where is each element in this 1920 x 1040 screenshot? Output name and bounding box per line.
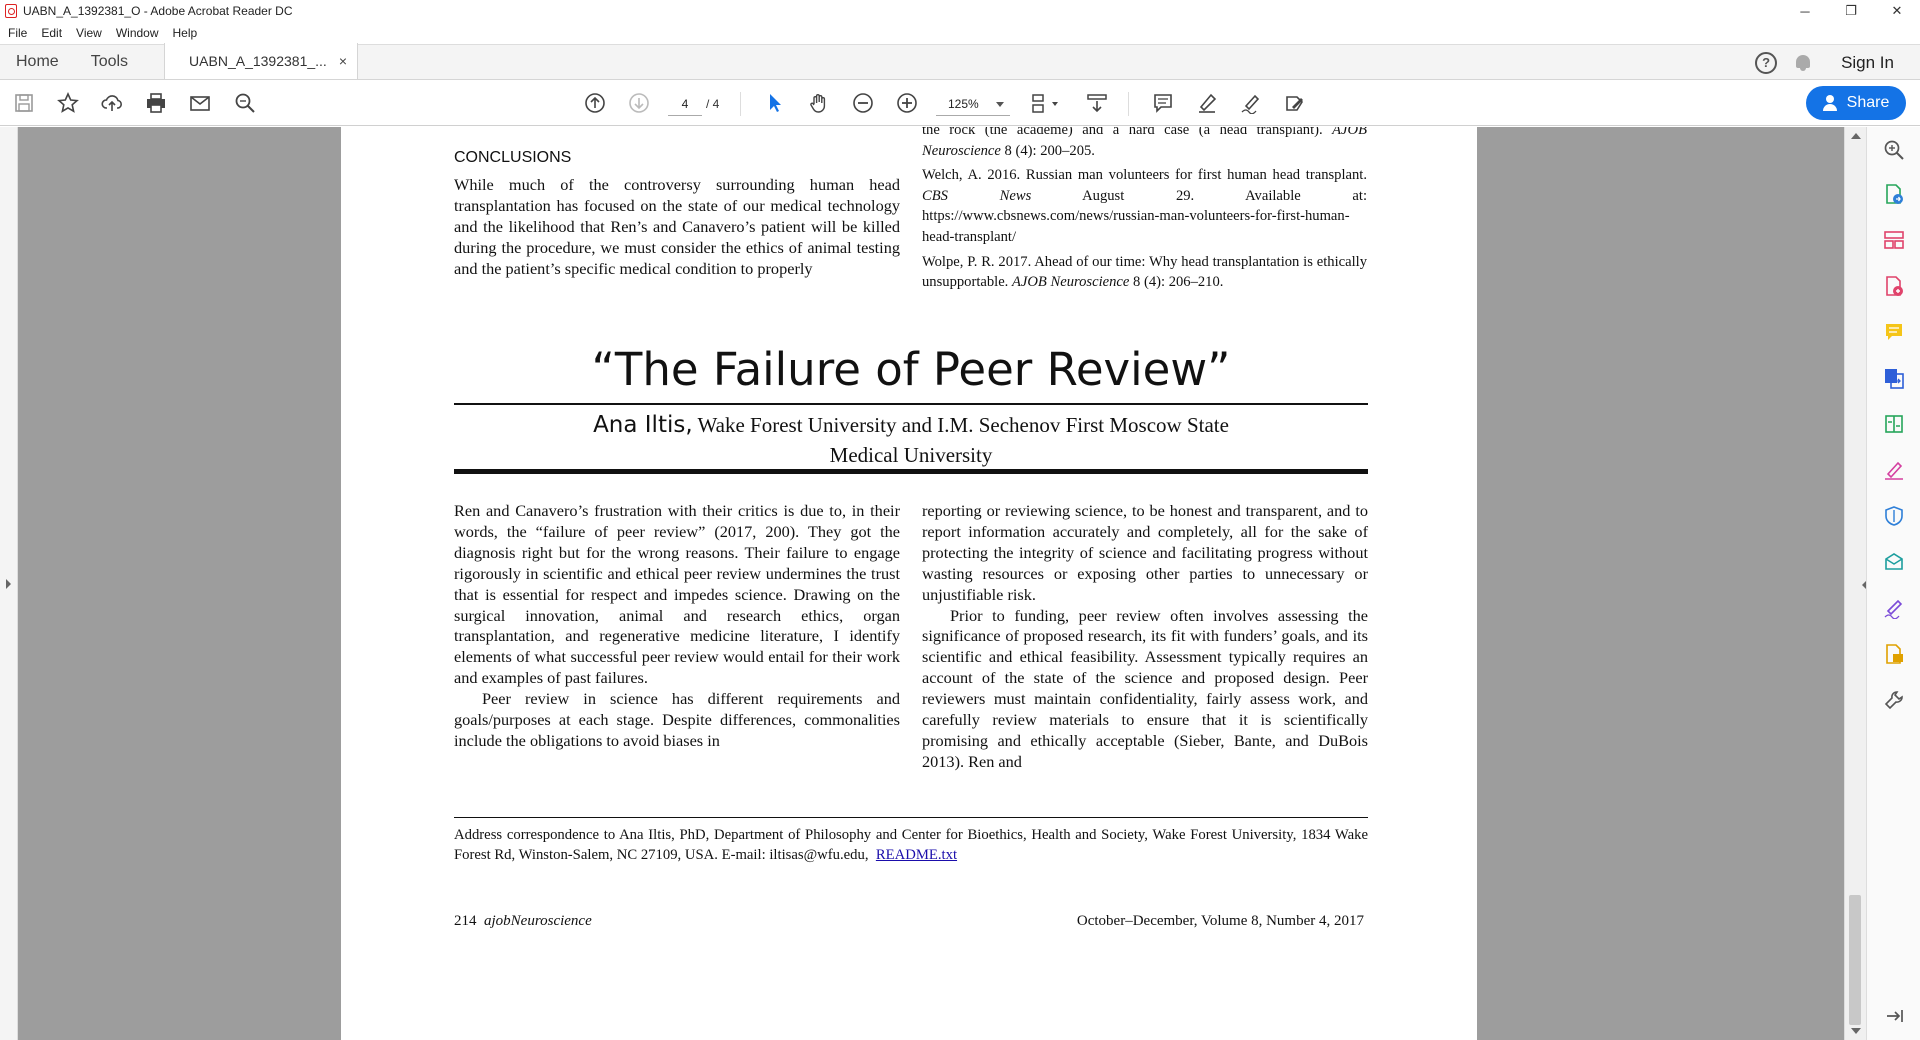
print-icon[interactable]: [145, 92, 167, 114]
title-bar: UABN_A_1392381_O - Adobe Acrobat Reader …: [0, 0, 1920, 22]
zoom-level-select[interactable]: 125%: [936, 92, 1010, 116]
protect-shield-icon[interactable]: [1883, 505, 1905, 527]
tab-document[interactable]: UABN_A_1392381_... ×: [164, 43, 358, 79]
menu-edit[interactable]: Edit: [41, 26, 62, 40]
share-person-icon: [1822, 95, 1839, 111]
document-tab-label: UABN_A_1392381_...: [189, 53, 327, 69]
export-pdf-icon[interactable]: [1883, 183, 1905, 205]
sign-in-link[interactable]: Sign In: [1841, 53, 1894, 73]
page-number-input[interactable]: 4: [668, 92, 702, 116]
collapse-tools-pane-icon[interactable]: [1883, 1005, 1905, 1027]
conclusions-text: While much of the controversy surroundin…: [454, 175, 900, 280]
help-icon[interactable]: ?: [1755, 51, 1778, 74]
bookmark-star-icon[interactable]: [57, 92, 79, 114]
references-list: the rock (the academe) and a hard case (…: [922, 127, 1367, 297]
close-window-button[interactable]: ✕: [1874, 0, 1920, 22]
reference-item: Welch, A. 2016. Russian man volunteers f…: [922, 167, 1367, 245]
hand-tool-icon[interactable]: [808, 92, 830, 114]
tab-tools[interactable]: Tools: [75, 44, 144, 79]
page-fit-icon[interactable]: [1030, 92, 1060, 114]
save-icon[interactable]: [13, 92, 35, 114]
tab-home[interactable]: Home: [0, 44, 75, 79]
acrobat-app-icon: [5, 4, 17, 18]
zoom-in-icon[interactable]: [896, 92, 918, 114]
footer-page-number: 214: [454, 913, 477, 929]
window-title: UABN_A_1392381_O - Adobe Acrobat Reader …: [23, 4, 293, 18]
menu-file[interactable]: File: [8, 26, 27, 40]
body-paragraph: Peer review in science has different req…: [454, 689, 900, 750]
close-tab-button[interactable]: ×: [339, 53, 347, 69]
right-tools-panel: [1866, 127, 1920, 1040]
create-pdf-icon[interactable]: [1883, 275, 1905, 297]
page-total: / 4: [706, 97, 720, 111]
body-left-column: Ren and Canavero’s frustration with thei…: [454, 501, 900, 752]
send-for-signature-icon[interactable]: [1883, 597, 1905, 620]
notification-bell-icon[interactable]: [1795, 54, 1811, 72]
window-controls: ─ ❐ ✕: [1782, 0, 1920, 22]
toolbar-divider: [1128, 92, 1129, 116]
article-title: “The Failure of Peer Review”: [591, 343, 1231, 396]
share-button[interactable]: Share: [1806, 86, 1906, 120]
previous-page-icon[interactable]: [584, 92, 606, 114]
email-icon[interactable]: [189, 92, 211, 114]
footer-journal-prefix: ajob: [484, 913, 511, 929]
maximize-button[interactable]: ❐: [1828, 0, 1874, 22]
footer-journal-name: Neuroscience: [510, 913, 592, 929]
conclusions-paragraph: While much of the controversy surroundin…: [454, 175, 900, 278]
prepare-form-icon[interactable]: [1883, 643, 1905, 665]
menu-help[interactable]: Help: [173, 26, 198, 40]
menu-view[interactable]: View: [76, 26, 102, 40]
more-tools-wrench-icon[interactable]: [1883, 689, 1905, 711]
tab-bar: Home Tools UABN_A_1392381_... × ? Sign I…: [0, 43, 1920, 80]
title-rule: [454, 403, 1368, 405]
correspondence-footnote: Address correspondence to Ana Iltis, PhD…: [454, 825, 1368, 865]
body-paragraph: reporting or reviewing science, to be ho…: [922, 501, 1368, 604]
next-page-icon[interactable]: [628, 92, 650, 114]
compare-files-icon[interactable]: [1883, 413, 1905, 435]
body-paragraph: Ren and Canavero’s frustration with thei…: [454, 501, 900, 688]
menu-window[interactable]: Window: [116, 26, 159, 40]
combine-files-icon[interactable]: [1883, 367, 1905, 389]
footnote-rule: [454, 817, 1368, 819]
comment-icon[interactable]: [1152, 92, 1174, 114]
comment-tool-icon[interactable]: [1883, 321, 1905, 343]
body-right-column: reporting or reviewing science, to be ho…: [922, 501, 1368, 773]
fill-sign-icon[interactable]: [1883, 459, 1905, 481]
scroll-mode-icon[interactable]: [1086, 92, 1108, 114]
page-footer-left: 214 ajobNeuroscience: [454, 913, 592, 930]
organize-pages-icon[interactable]: [1883, 229, 1905, 251]
draw-signature-icon[interactable]: [1240, 92, 1262, 114]
upload-cloud-icon[interactable]: [101, 92, 123, 114]
search-icon[interactable]: [234, 92, 256, 114]
minimize-button[interactable]: ─: [1782, 0, 1828, 22]
author-name: Ana Iltis,: [593, 412, 693, 438]
toolbar-divider: [740, 92, 741, 116]
zoom-out-icon[interactable]: [852, 92, 874, 114]
edit-document-icon[interactable]: [1284, 92, 1306, 114]
zoom-search-icon[interactable]: [1883, 139, 1905, 161]
send-for-review-icon[interactable]: [1883, 551, 1905, 573]
reference-item: Wolpe, P. R. 2017. Ahead of our time: Wh…: [922, 253, 1367, 291]
select-cursor-icon[interactable]: [764, 92, 786, 114]
header-right: ? Sign In: [1755, 45, 1920, 80]
share-button-label: Share: [1846, 94, 1890, 111]
conclusions-heading: CONCLUSIONS: [454, 149, 572, 166]
readme-link[interactable]: README.txt: [876, 847, 957, 863]
menu-bar: File Edit View Window Help: [0, 22, 1920, 44]
reference-item: the rock (the academe) and a hard case (…: [922, 127, 1367, 159]
pdf-content-layer: CONCLUSIONS While much of the controvers…: [0, 127, 1866, 1040]
affiliation-line-2: Medical University: [829, 443, 993, 467]
body-paragraph: Prior to funding, peer review often invo…: [922, 605, 1368, 771]
author-byline: Ana Iltis, Wake Forest University and I.…: [454, 410, 1368, 470]
footer-issue: October–December, Volume 8, Number 4, 20…: [1076, 913, 1364, 929]
byline-rule: [454, 469, 1368, 474]
affiliation-line-1: Wake Forest University and I.M. Sechenov…: [697, 413, 1229, 437]
highlight-pen-icon[interactable]: [1196, 92, 1218, 114]
